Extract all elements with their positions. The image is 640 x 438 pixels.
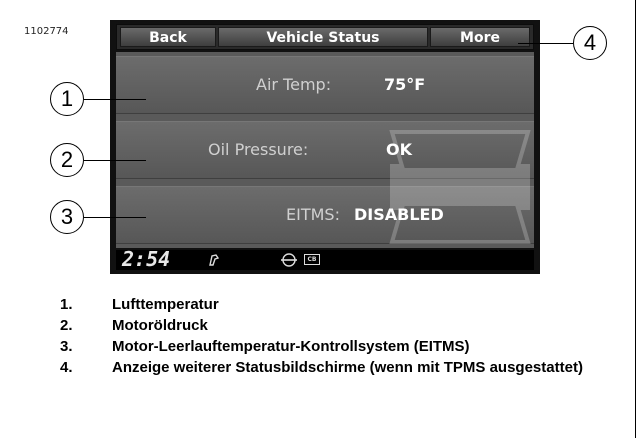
vehicle-status-screen: Back Vehicle Status More Air Temp: 75°F … xyxy=(110,20,540,274)
clock: 2:54 xyxy=(122,247,171,271)
callout-4-leader xyxy=(518,43,573,44)
legend-number: 2. xyxy=(60,317,73,334)
brand-watermark-emblem xyxy=(389,130,531,244)
top-bar: Back Vehicle Status More xyxy=(116,24,534,50)
legend-item: 3. Motor-Leerlauftemperatur-Kontrollsyst… xyxy=(60,336,620,357)
back-button[interactable]: Back xyxy=(120,27,216,47)
air-temp-value: 75°F xyxy=(384,75,426,94)
legend-text: Motor-Leerlauftemperatur-Kontrollsystem … xyxy=(112,338,470,355)
callout-1: 1 xyxy=(50,82,84,116)
legend-item: 2. Motoröldruck xyxy=(60,315,620,336)
cb-radio-icon: CB xyxy=(304,254,320,265)
legend-number: 1. xyxy=(60,296,73,313)
callout-4: 4 xyxy=(573,26,607,60)
figure-id: 1102774 xyxy=(24,26,69,37)
screen-title: Vehicle Status xyxy=(218,27,428,47)
status-bar: 2:54 CB xyxy=(116,247,534,271)
callout-1-leader xyxy=(84,99,146,100)
legend-item: 1. Lufttemperatur xyxy=(60,294,620,315)
callout-2: 2 xyxy=(50,143,84,177)
callout-2-leader xyxy=(84,160,146,161)
callout-3: 3 xyxy=(50,200,84,234)
legend-list: 1. Lufttemperatur 2. Motoröldruck 3. Mot… xyxy=(60,294,620,378)
legend-text: Motoröldruck xyxy=(112,317,208,334)
vehicle-symbol-icon xyxy=(281,253,297,267)
eitms-label: EITMS: xyxy=(286,205,340,224)
legend-number: 4. xyxy=(60,359,73,376)
legend-item: 4. Anzeige weiterer Statusbildschirme (w… xyxy=(60,357,620,378)
legend-text: Anzeige weiterer Statusbildschirme (wenn… xyxy=(112,359,583,376)
legend-text: Lufttemperatur xyxy=(112,296,219,313)
status-content: Air Temp: 75°F Oil Pressure: OK EITMS: D… xyxy=(116,52,534,248)
legend-number: 3. xyxy=(60,338,73,355)
callout-3-leader xyxy=(84,217,146,218)
more-button[interactable]: More xyxy=(430,27,530,47)
air-temp-row: Air Temp: 75°F xyxy=(116,56,534,114)
air-temp-label: Air Temp: xyxy=(256,75,332,94)
oil-pressure-label: Oil Pressure: xyxy=(208,140,309,159)
fuel-nozzle-icon xyxy=(209,254,220,266)
